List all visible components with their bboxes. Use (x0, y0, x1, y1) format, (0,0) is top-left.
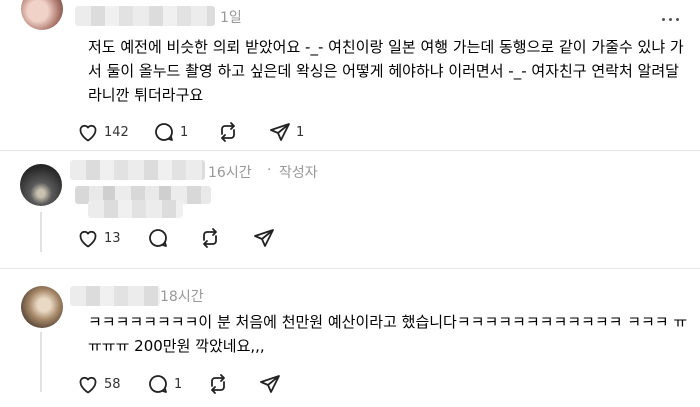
post-2: 16시간 · 작성자 13 (0, 150, 700, 268)
timestamp: 16시간 (208, 165, 252, 181)
share-button[interactable]: 1 (268, 120, 304, 144)
thread-line (40, 212, 42, 252)
comment-icon (149, 375, 167, 393)
separator: · (267, 162, 272, 178)
repost-button[interactable] (206, 372, 230, 396)
like-count: 13 (104, 230, 121, 246)
post-3: 18시간 ㅋㅋㅋㅋㅋㅋㅋㅋ이 분 처음에 천만원 예산이라고 했습니다ㅋㅋㅋㅋㅋ… (0, 268, 700, 407)
avatar[interactable] (21, 286, 63, 328)
reply-count: 1 (180, 124, 189, 140)
share-icon (254, 229, 274, 247)
repost-icon (211, 374, 225, 394)
like-count: 58 (104, 376, 121, 392)
username[interactable] (70, 286, 160, 306)
heart-icon (79, 230, 97, 248)
comment-icon (149, 229, 167, 247)
username[interactable] (75, 6, 215, 26)
blurred-post-text (88, 200, 183, 218)
reply-button[interactable]: 1 (152, 120, 188, 144)
post-1: 1일 저도 예전에 비슷한 의뢰 받았어요 -_- 여친이랑 일본 여행 가는데… (0, 0, 700, 150)
timestamp: 18시간 (160, 289, 204, 305)
more-icon[interactable] (662, 10, 680, 28)
post-actions: 13 (76, 226, 396, 250)
reply-button[interactable] (146, 226, 170, 250)
post-text: 저도 예전에 비슷한 의뢰 받았어요 -_- 여친이랑 일본 여행 가는데 동행… (88, 38, 684, 104)
repost-button[interactable] (216, 120, 240, 144)
heart-icon (79, 124, 97, 142)
heart-icon (79, 376, 97, 394)
share-icon (270, 123, 290, 141)
like-count: 142 (104, 124, 129, 140)
comment-icon (155, 123, 173, 141)
timestamp: 1일 (220, 10, 242, 26)
avatar[interactable] (21, 0, 63, 30)
repost-icon (203, 228, 217, 248)
repost-icon (221, 122, 235, 142)
like-button[interactable]: 58 (76, 372, 121, 396)
author-badge: 작성자 (279, 165, 318, 181)
reply-button[interactable]: 1 (146, 372, 182, 396)
share-button[interactable] (252, 226, 276, 250)
username[interactable] (70, 160, 205, 180)
avatar[interactable] (20, 164, 62, 206)
reply-count: 1 (174, 376, 183, 392)
like-button[interactable]: 142 (76, 120, 129, 144)
post-actions: 58 1 (76, 372, 396, 396)
like-button[interactable]: 13 (76, 226, 121, 250)
share-count: 1 (296, 124, 305, 140)
repost-button[interactable] (198, 226, 222, 250)
thread-line (40, 332, 42, 392)
post-text: ㅋㅋㅋㅋㅋㅋㅋㅋ이 분 처음에 천만원 예산이라고 했습니다ㅋㅋㅋㅋㅋㅋㅋㅋㅋㅋ… (88, 313, 688, 355)
post-actions: 142 1 1 (76, 120, 396, 144)
share-icon (260, 375, 280, 393)
share-button[interactable] (258, 372, 282, 396)
